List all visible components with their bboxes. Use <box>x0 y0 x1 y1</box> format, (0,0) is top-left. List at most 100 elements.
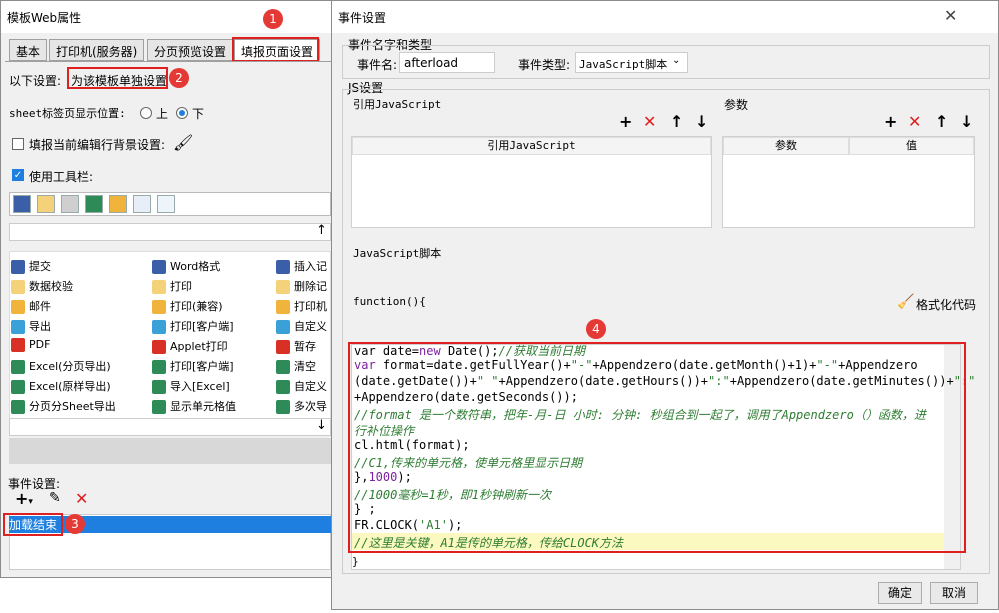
toolbar-button-item[interactable]: 暂存 <box>276 338 331 358</box>
scroll-down-icon[interactable]: ↓ <box>316 418 327 433</box>
toolbar-button-item[interactable]: 清空 <box>276 358 331 378</box>
button-label: 插入记 <box>294 260 327 273</box>
badge-1: 1 <box>263 9 283 29</box>
toolbar-button-item[interactable]: Word格式 <box>152 258 272 278</box>
button-icon <box>152 280 166 294</box>
toolbar-button-item[interactable]: 删除记 <box>276 278 331 298</box>
toolbar-button-item[interactable]: 数据校验 <box>11 278 149 298</box>
close-icon[interactable]: ✕ <box>944 6 957 25</box>
toolbar-button-item[interactable]: 插入记 <box>276 258 331 278</box>
add-icon[interactable]: +▾ <box>15 489 33 508</box>
use-toolbar-label: 使用工具栏: <box>29 170 94 184</box>
toolbar-button-item[interactable]: 导出 <box>11 318 149 338</box>
button-icon <box>276 380 290 394</box>
left-titlebar: 模板Web属性 <box>1 1 335 33</box>
button-label: 暂存 <box>294 340 316 353</box>
button-icon <box>276 260 290 274</box>
button-icon <box>276 300 290 314</box>
scroll-up-icon[interactable]: ↑ <box>316 223 327 238</box>
edit-pencil-icon[interactable]: ✎ <box>49 490 61 506</box>
closing-brace: } <box>352 555 359 568</box>
button-label: Applet打印 <box>170 340 228 353</box>
toolbar-button-item[interactable]: 打印(兼容) <box>152 298 272 318</box>
param-add-icon[interactable]: + <box>884 112 897 131</box>
ref-delete-icon[interactable]: ✕ <box>643 112 656 131</box>
button-list-top-bar <box>9 223 331 241</box>
button-icon <box>11 320 25 334</box>
cancel-button[interactable]: 取消 <box>930 582 978 604</box>
toolbar-button-item[interactable]: 导入[Excel] <box>152 378 272 398</box>
use-toolbar-checkbox[interactable]: ✓ <box>12 169 24 181</box>
ref-add-icon[interactable]: + <box>619 112 632 131</box>
paint-bucket-icon[interactable]: 🖌 <box>173 133 193 152</box>
toolbar-button-item[interactable]: PDF <box>11 338 149 358</box>
toolbar-button-item[interactable]: 显示单元格值 <box>152 398 272 418</box>
toolbar-button-item[interactable]: Excel(分页导出) <box>11 358 149 378</box>
badge-2: 2 <box>169 68 189 88</box>
toolbar-button-item[interactable]: 自定义 <box>276 378 331 398</box>
js-script-label: JavaScript脚本 <box>353 247 442 260</box>
chevron-down-icon[interactable]: ⌄ <box>672 55 680 66</box>
toolbar-button-item[interactable]: 打印[客户端] <box>152 358 272 378</box>
param-delete-icon[interactable]: ✕ <box>908 112 921 131</box>
ref-up-icon[interactable]: ↑ <box>670 112 683 131</box>
button-label: 打印机 <box>294 300 327 313</box>
button-icon <box>276 280 290 294</box>
radio-top[interactable] <box>140 107 152 119</box>
button-label: 自定义 <box>294 380 327 393</box>
toolbar-button-item[interactable]: 打印 <box>152 278 272 298</box>
button-icon <box>276 360 290 374</box>
tab-page-preview[interactable]: 分页预览设置 <box>147 39 234 61</box>
radio-bottom[interactable] <box>176 107 188 119</box>
toolbar-button-item[interactable]: 分页分Sheet导出 <box>11 398 149 418</box>
badge-3: 3 <box>65 514 85 534</box>
ok-button[interactable]: 确定 <box>878 582 922 604</box>
web-properties-window: 模板Web属性 基本 打印机(服务器) 分页预览设置 填报页面设置 1 以下设置… <box>0 0 336 578</box>
button-label: 分页分Sheet导出 <box>29 400 116 413</box>
button-label: 导出 <box>29 320 51 333</box>
toolbar-button-item[interactable]: 多次导 <box>276 398 331 418</box>
button-icon <box>11 280 25 294</box>
param-down-icon[interactable]: ↓ <box>960 112 973 131</box>
toolbar-button-item[interactable]: 邮件 <box>11 298 149 318</box>
button-icon <box>11 300 25 314</box>
button-icon <box>152 400 166 414</box>
button-label: 打印(兼容) <box>170 300 223 313</box>
value-header: 值 <box>849 137 974 155</box>
button-icon <box>152 260 166 274</box>
button-icon <box>152 320 166 334</box>
button-icon <box>152 340 166 354</box>
badge-4: 4 <box>586 319 606 339</box>
toolbar-button-item[interactable]: 打印机 <box>276 298 331 318</box>
param-up-icon[interactable]: ↑ <box>935 112 948 131</box>
event-settings-dialog: 事件设置 ✕ 事件名字和类型 事件名: afterload 事件类型: Java… <box>331 0 999 610</box>
toolbar-button-item[interactable]: 打印[客户端] <box>152 318 272 338</box>
button-label: 打印[客户端] <box>170 360 234 373</box>
right-titlebar: 事件设置 ✕ <box>332 1 998 33</box>
button-label: 打印[客户端] <box>170 320 234 333</box>
button-label: 清空 <box>294 360 316 373</box>
button-icon <box>11 338 25 352</box>
ref-js-header: 引用JavaScript <box>352 137 711 155</box>
params-label: 参数 <box>724 98 749 112</box>
toolbar-button-item[interactable]: Applet打印 <box>152 338 272 358</box>
toolbar-button-item[interactable]: Excel(原样导出) <box>11 378 149 398</box>
button-label: 显示单元格值 <box>170 400 236 413</box>
event-item-highlight <box>3 513 63 536</box>
radio-top-label: 上 <box>156 107 169 121</box>
broom-icon[interactable]: 🧹 <box>897 294 914 310</box>
tab-basic[interactable]: 基本 <box>9 39 48 61</box>
event-name-value: afterload <box>404 56 459 70</box>
toolbar-button-item[interactable]: 提交 <box>11 258 149 278</box>
settings-label: 以下设置: <box>9 74 62 88</box>
button-label: 打印 <box>170 280 192 293</box>
ref-down-icon[interactable]: ↓ <box>695 112 708 131</box>
event-name-label: 事件名: <box>357 58 398 72</box>
delete-icon[interactable]: ✕ <box>75 489 88 508</box>
button-label: PDF <box>29 338 51 351</box>
tab-printer[interactable]: 打印机(服务器) <box>49 39 145 61</box>
fill-bg-checkbox[interactable] <box>12 138 24 150</box>
toolbar-button-item[interactable]: 自定义 <box>276 318 331 338</box>
format-code-label[interactable]: 格式化代码 <box>916 296 976 313</box>
button-label: 多次导 <box>294 400 327 413</box>
